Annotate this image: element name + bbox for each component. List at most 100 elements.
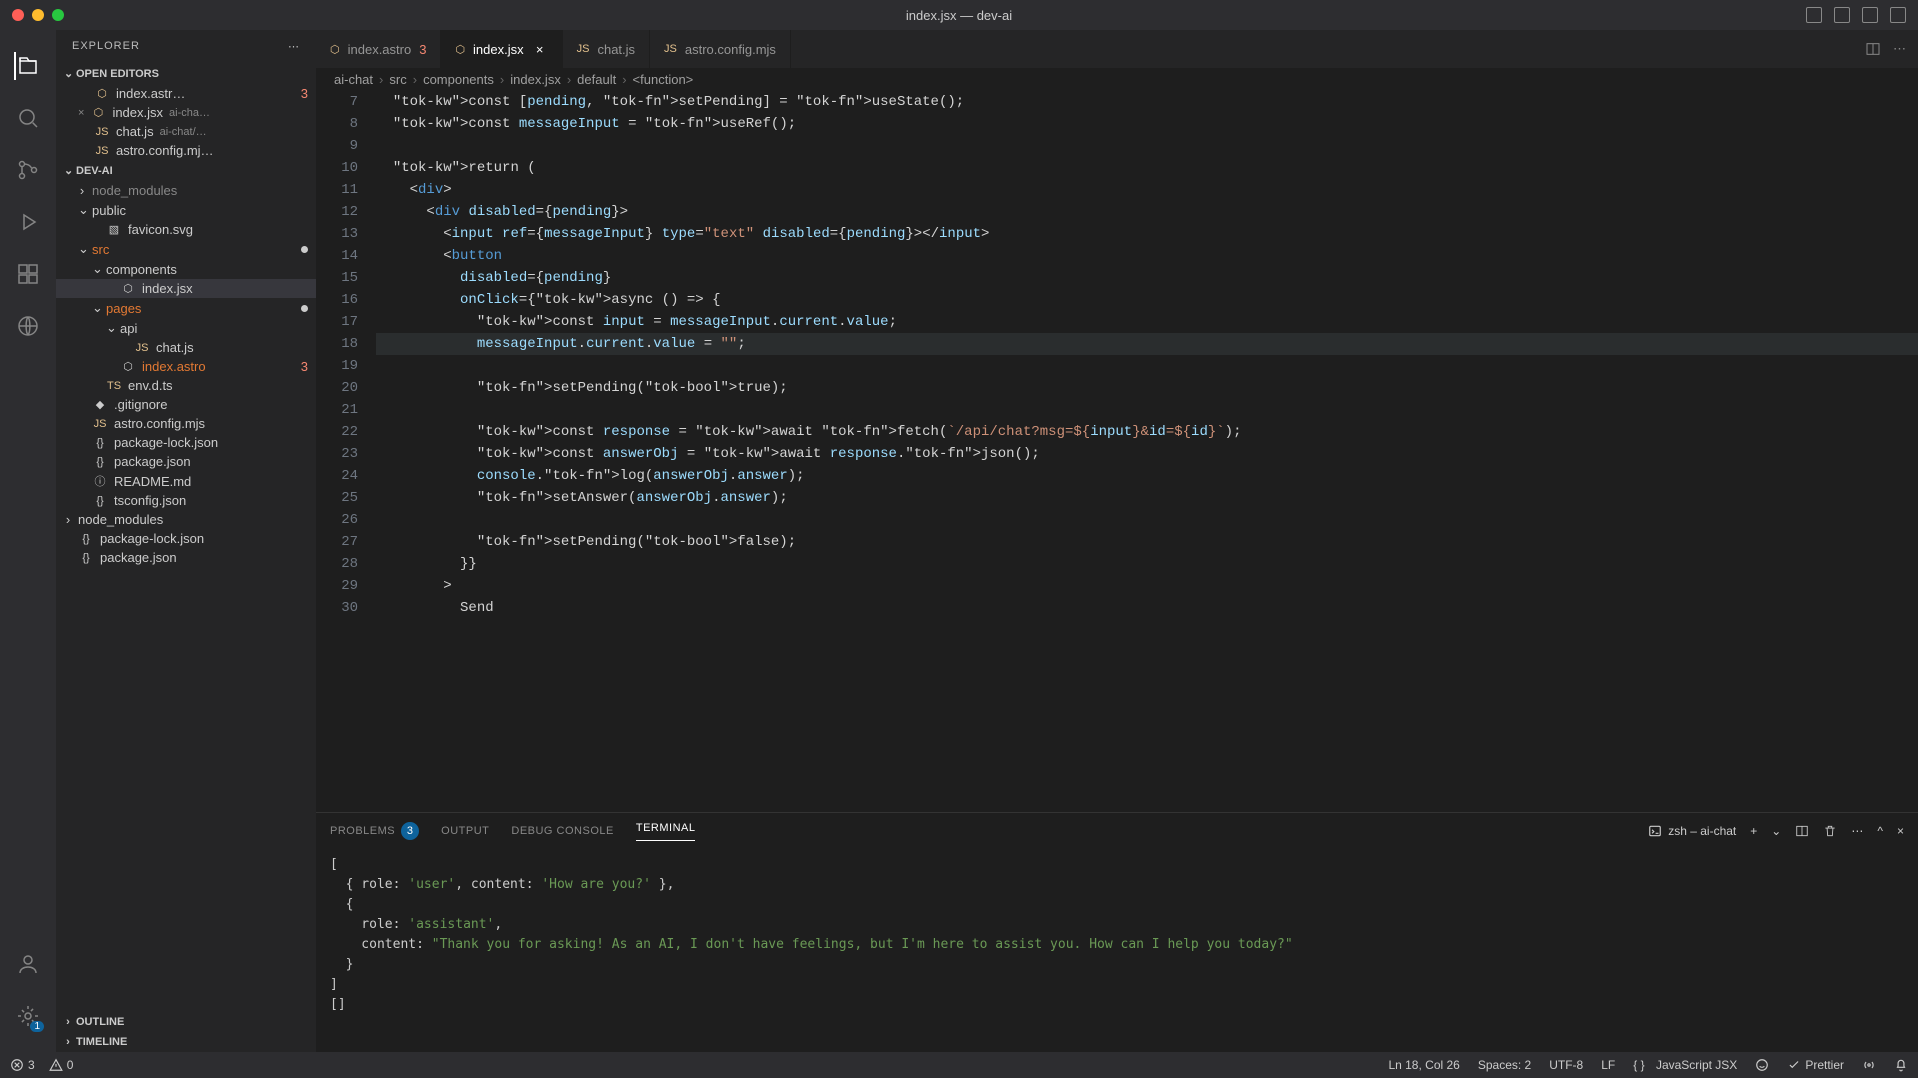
encoding-status[interactable]: UTF-8	[1549, 1058, 1583, 1072]
feedback-icon[interactable]	[1755, 1058, 1769, 1072]
prettier-status[interactable]: Prettier	[1787, 1058, 1844, 1072]
file-name: package.json	[114, 454, 191, 469]
timeline-header[interactable]: › TIMELINE	[56, 1032, 316, 1052]
tree-item[interactable]: {}package.json	[56, 548, 316, 567]
open-editor-item[interactable]: ⬡index.astr…3	[56, 84, 316, 103]
output-tab[interactable]: OUTPUT	[441, 825, 489, 837]
file-name: src	[92, 242, 109, 257]
file-name: package-lock.json	[114, 435, 218, 450]
open-editor-item[interactable]: JSastro.config.mj…	[56, 141, 316, 160]
source-control-icon[interactable]	[14, 156, 42, 184]
close-icon[interactable]: ×	[78, 107, 84, 119]
editor-tab[interactable]: ⬡index.jsx×	[441, 30, 562, 68]
layout-primary-icon[interactable]	[1806, 7, 1822, 23]
notifications-icon[interactable]	[1894, 1058, 1908, 1072]
open-editor-item[interactable]: JSchat.jsai-chat/…	[56, 122, 316, 141]
extensions-icon[interactable]	[14, 260, 42, 288]
settings-gear-icon[interactable]: 1	[14, 1002, 42, 1030]
tree-item[interactable]: ⌄ src	[56, 239, 316, 259]
chevron-right-icon: ›	[64, 1016, 72, 1028]
cursor-position[interactable]: Ln 18, Col 26	[1388, 1058, 1459, 1072]
tree-item[interactable]: ⬡index.jsx	[56, 279, 316, 298]
minimize-window-icon[interactable]	[32, 9, 44, 21]
project-header[interactable]: ⌄ DEV-AI	[56, 160, 316, 181]
tree-item[interactable]: ⬡index.astro3	[56, 357, 316, 376]
tree-item[interactable]: ⌄components	[56, 259, 316, 279]
terminal-dropdown-icon[interactable]: ⌄	[1771, 824, 1781, 838]
shell-indicator[interactable]: zsh – ai-chat	[1648, 824, 1736, 838]
tree-item[interactable]: ›node_modules	[56, 510, 316, 529]
warnings-status[interactable]: 0	[49, 1058, 74, 1072]
code-editor[interactable]: 7891011121314151617181920212223242526272…	[316, 91, 1918, 812]
more-terminal-icon[interactable]: ⋯	[1851, 824, 1863, 838]
chevron-icon: ›	[78, 183, 86, 198]
file-icon: {}	[78, 533, 94, 545]
tree-item[interactable]: {}tsconfig.json	[56, 491, 316, 510]
tree-item[interactable]: ⌄api	[56, 318, 316, 338]
broadcast-icon[interactable]	[1862, 1058, 1876, 1072]
tree-item[interactable]: {}package-lock.json	[56, 529, 316, 548]
tree-item[interactable]: ▧favicon.svg	[56, 220, 316, 239]
more-icon[interactable]: ⋯	[288, 40, 300, 53]
breadcrumb-item[interactable]: components	[423, 72, 494, 87]
outline-header[interactable]: › OUTLINE	[56, 1012, 316, 1032]
kill-terminal-icon[interactable]	[1823, 824, 1837, 838]
layout-secondary-icon[interactable]	[1862, 7, 1878, 23]
layout-customize-icon[interactable]	[1890, 7, 1906, 23]
editor-tab[interactable]: JSastro.config.mjs	[650, 30, 791, 68]
add-terminal-icon[interactable]: +	[1750, 824, 1757, 838]
tree-item[interactable]: ⌄public	[56, 200, 316, 220]
chevron-down-icon: ⌄	[64, 164, 72, 177]
file-icon: TS	[106, 380, 122, 392]
errors-status[interactable]: 3	[10, 1058, 35, 1072]
debug-label: DEBUG CONSOLE	[511, 825, 613, 837]
breadcrumb-item[interactable]: index.jsx	[510, 72, 561, 87]
breadcrumb-item[interactable]: default	[577, 72, 616, 87]
tree-item[interactable]: ◆.gitignore	[56, 395, 316, 414]
language-status[interactable]: { } JavaScript JSX	[1633, 1058, 1737, 1072]
maximize-panel-icon[interactable]: ^	[1877, 824, 1883, 838]
tree-item[interactable]: {} package-lock.json	[56, 433, 316, 452]
more-actions-icon[interactable]: ⋯	[1893, 41, 1906, 57]
eol-status[interactable]: LF	[1601, 1058, 1615, 1072]
accounts-icon[interactable]	[14, 950, 42, 978]
remote-icon[interactable]	[14, 312, 42, 340]
tree-item[interactable]: ›node_modules	[56, 181, 316, 200]
terminal-output[interactable]: [ { role: 'user', content: 'How are you?…	[316, 849, 1918, 1052]
open-editor-item[interactable]: ×⬡index.jsxai-cha…	[56, 103, 316, 122]
breadcrumb-item[interactable]: src	[389, 72, 406, 87]
close-window-icon[interactable]	[12, 9, 24, 21]
terminal-tab[interactable]: TERMINAL	[636, 822, 696, 841]
open-editors-header[interactable]: ⌄ OPEN EDITORS	[56, 63, 316, 84]
breadcrumb[interactable]: ai-chat›src›components›index.jsx›default…	[316, 68, 1918, 91]
tree-item[interactable]: {}package.json	[56, 452, 316, 471]
breadcrumb-item[interactable]: ai-chat	[334, 72, 373, 87]
tree-item[interactable]: JSastro.config.mjs	[56, 414, 316, 433]
run-debug-icon[interactable]	[14, 208, 42, 236]
maximize-window-icon[interactable]	[52, 9, 64, 21]
tree-item[interactable]: TSenv.d.ts	[56, 376, 316, 395]
chevron-icon: ⌄	[78, 241, 86, 257]
close-tab-icon[interactable]: ×	[532, 42, 548, 57]
explorer-icon[interactable]	[14, 52, 42, 80]
tree-item[interactable]: JSchat.js	[56, 338, 316, 357]
editor-tab[interactable]: ⬡index.astro3	[316, 30, 441, 68]
split-terminal-icon[interactable]	[1795, 824, 1809, 838]
tree-item[interactable]: ⌄pages	[56, 298, 316, 318]
breadcrumb-item[interactable]: <function>	[633, 72, 694, 87]
file-tree: ›node_modules⌄public▧favicon.svg⌄src⌄com…	[56, 181, 316, 1012]
file-name: astro.config.mjs	[114, 416, 205, 431]
indentation-status[interactable]: Spaces: 2	[1478, 1058, 1531, 1072]
split-editor-icon[interactable]	[1865, 41, 1881, 57]
file-name: README.md	[114, 474, 191, 489]
title-bar-actions	[1806, 7, 1906, 23]
debug-console-tab[interactable]: DEBUG CONSOLE	[511, 825, 613, 837]
file-icon: {}	[92, 437, 108, 449]
tree-item[interactable]: ⓘREADME.md	[56, 471, 316, 491]
close-panel-icon[interactable]: ×	[1897, 824, 1904, 838]
search-icon[interactable]	[14, 104, 42, 132]
problems-tab[interactable]: PROBLEMS 3	[330, 822, 419, 840]
code-lines[interactable]: "tok-kw">const [pending, "tok-fn">setPen…	[376, 91, 1918, 812]
layout-panel-icon[interactable]	[1834, 7, 1850, 23]
editor-tab[interactable]: JSchat.js	[563, 30, 650, 68]
